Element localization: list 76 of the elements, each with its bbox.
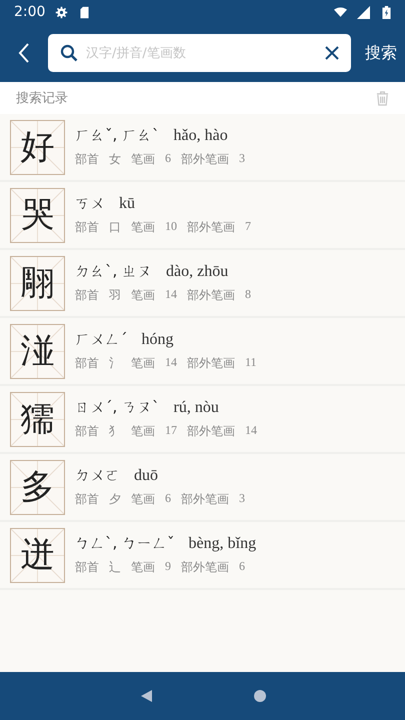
character: 哭 <box>20 196 54 236</box>
radical-label: 部首 <box>75 151 99 168</box>
strokes-label: 笔画 <box>131 423 155 440</box>
radical-label: 部首 <box>75 491 99 508</box>
zhuyin-text: ㄅㄥˋ, ㄅㄧㄥˇ <box>75 534 175 553</box>
extra-strokes-label: 部外笔画 <box>187 219 235 236</box>
sd-card-icon <box>78 6 92 18</box>
wifi-icon <box>334 6 347 18</box>
extra-strokes-label: 部外笔画 <box>187 423 235 440</box>
extra-strokes-label: 部外笔画 <box>181 151 229 168</box>
pinyin-text: hǎo, hào <box>174 127 228 145</box>
signal-icon <box>357 6 370 18</box>
radical-value: 女 <box>109 151 121 168</box>
search-icon <box>60 44 78 62</box>
clear-icon[interactable] <box>325 46 339 60</box>
radical-value: 氵 <box>109 355 121 372</box>
strokes-value: 14 <box>165 355 177 371</box>
strokes-value: 6 <box>165 491 171 507</box>
radical-value: 口 <box>109 219 121 236</box>
strokes-label: 笔画 <box>131 491 155 508</box>
character: 多 <box>20 468 54 508</box>
battery-icon <box>380 6 393 18</box>
back-nav-icon[interactable] <box>138 689 152 703</box>
radical-label: 部首 <box>75 559 99 576</box>
strokes-value: 6 <box>165 151 171 167</box>
extra-strokes-label: 部外笔画 <box>187 355 235 372</box>
zhuyin-text: ㄉㄠˋ, ㄓㄡ <box>75 262 152 281</box>
extra-strokes-value: 11 <box>245 355 257 371</box>
pinyin-text: rú, nòu <box>174 399 219 417</box>
character: 迸 <box>20 536 54 576</box>
character: 好 <box>20 128 54 168</box>
extra-strokes-value: 6 <box>239 559 245 575</box>
zhuyin-text: ㄏㄨㄥˊ <box>75 330 128 349</box>
extra-strokes-label: 部外笔画 <box>181 491 229 508</box>
pinyin-text: duō <box>134 467 158 485</box>
strokes-label: 笔画 <box>131 355 155 372</box>
status-time: 2:00 <box>14 4 46 20</box>
character: 翢 <box>20 264 54 304</box>
extra-strokes-label: 部外笔画 <box>187 287 235 304</box>
strokes-label: 笔画 <box>131 151 155 168</box>
strokes-label: 笔画 <box>131 219 155 236</box>
radical-value: 夕 <box>109 491 121 508</box>
strokes-value: 10 <box>165 219 177 235</box>
home-nav-icon[interactable] <box>252 689 266 703</box>
extra-strokes-value: 8 <box>245 287 251 303</box>
strokes-value: 14 <box>165 287 177 303</box>
pinyin-text: hóng <box>142 331 174 349</box>
radical-value: 辶 <box>109 559 121 576</box>
zhuyin-text: ㄉㄨㄛ <box>75 466 120 485</box>
extra-strokes-value: 7 <box>245 219 251 235</box>
extra-strokes-value: 14 <box>245 423 257 439</box>
character: 獳 <box>20 400 54 440</box>
pinyin-text: kū <box>119 195 135 213</box>
strokes-value: 9 <box>165 559 171 575</box>
pinyin-text: dào, zhōu <box>166 263 228 281</box>
radical-value: 羽 <box>109 287 121 304</box>
zhuyin-text: ㄖㄨˊ, ㄋㄡˋ <box>75 398 160 417</box>
radical-label: 部首 <box>75 287 99 304</box>
history-title: 搜索记录 <box>16 90 68 107</box>
zhuyin-text: ㄎㄨ <box>75 194 105 213</box>
radical-label: 部首 <box>75 355 99 372</box>
radical-label: 部首 <box>75 423 99 440</box>
extra-strokes-value: 3 <box>239 491 245 507</box>
search-button[interactable]: 搜索 <box>365 42 397 64</box>
zhuyin-text: ㄏㄠˇ, ㄏㄠˋ <box>75 126 160 145</box>
radical-label: 部首 <box>75 219 99 236</box>
search-field[interactable]: 汉字/拼音/笔画数 <box>48 34 351 72</box>
radical-value: 犭 <box>109 423 121 440</box>
strokes-value: 17 <box>165 423 177 439</box>
strokes-label: 笔画 <box>131 287 155 304</box>
character: 湴 <box>20 332 54 372</box>
gear-icon <box>55 6 68 18</box>
strokes-label: 笔画 <box>131 559 155 576</box>
extra-strokes-label: 部外笔画 <box>181 559 229 576</box>
pinyin-text: bèng, bǐng <box>188 535 256 553</box>
extra-strokes-value: 3 <box>239 151 245 167</box>
